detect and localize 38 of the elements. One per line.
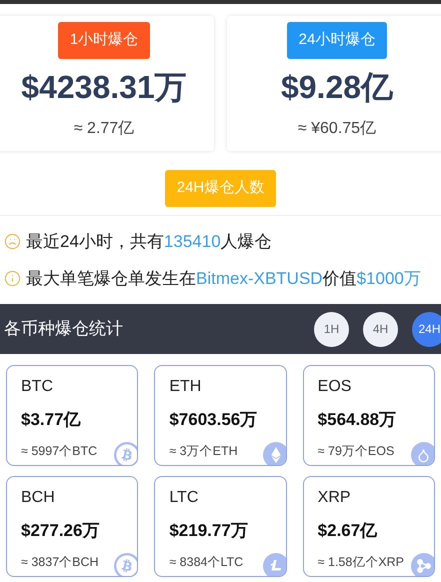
period-tab[interactable]: 24H: [412, 312, 441, 346]
approx-amount: ≈ ¥60.75亿: [298, 119, 376, 139]
coin-amount: $7603.56万: [169, 409, 258, 431]
coin-quantity: ≈ 3837个BCH: [21, 554, 99, 570]
total-amount: $4238.31万: [21, 71, 187, 103]
coin-quantity: ≈ 3万个ETH: [169, 442, 238, 460]
coin-amount: $219.77万: [169, 520, 249, 542]
coin-symbol: LTC: [169, 488, 200, 508]
period-label-button[interactable]: 1小时爆仓: [58, 22, 150, 59]
period-label-button[interactable]: 24小时爆仓: [286, 22, 388, 59]
coin-quantity: ≈ 1.58亿个XRP: [318, 554, 404, 570]
coin-symbol: EOS: [318, 377, 352, 397]
bitcoin-icon: [114, 553, 138, 576]
coin-symbol: BTC: [21, 377, 54, 397]
sad-face-icon: [4, 233, 21, 250]
info-text: 最大单笔爆仓单发生在Bitmex-XBTUSD价值$1000万: [26, 268, 421, 290]
coin-symbol: XRP: [318, 488, 352, 508]
coin-quantity: ≈ 5997个BTC: [21, 442, 98, 460]
section-title: 各币种爆仓统计: [4, 318, 124, 340]
coin-symbol: ETH: [169, 377, 202, 397]
coin-quantity: ≈ 79万个EOS: [318, 442, 394, 460]
ripple-icon: [410, 553, 434, 576]
litecoin-icon: [262, 553, 286, 576]
coin-amount: $564.88万: [318, 409, 398, 431]
coin-symbol: BCH: [21, 488, 56, 508]
coin-amount: $277.26万: [21, 520, 100, 542]
period-tab[interactable]: 4H: [363, 312, 398, 346]
ethereum-icon: [262, 442, 286, 465]
coin-amount: $2.67亿: [318, 520, 378, 542]
coin-amount: $3.77亿: [21, 409, 82, 431]
info-icon: [4, 270, 21, 287]
droplet-icon: [410, 442, 434, 465]
bitcoin-icon: [114, 442, 138, 465]
coin-quantity: ≈ 8384个LTC: [169, 554, 244, 570]
approx-amount: ≈ 2.77亿: [74, 119, 134, 139]
total-amount: $9.28亿: [280, 71, 394, 103]
info-text: 最近24小时，共有135410人爆仓: [26, 231, 272, 253]
period-tab[interactable]: 1H: [314, 312, 349, 346]
